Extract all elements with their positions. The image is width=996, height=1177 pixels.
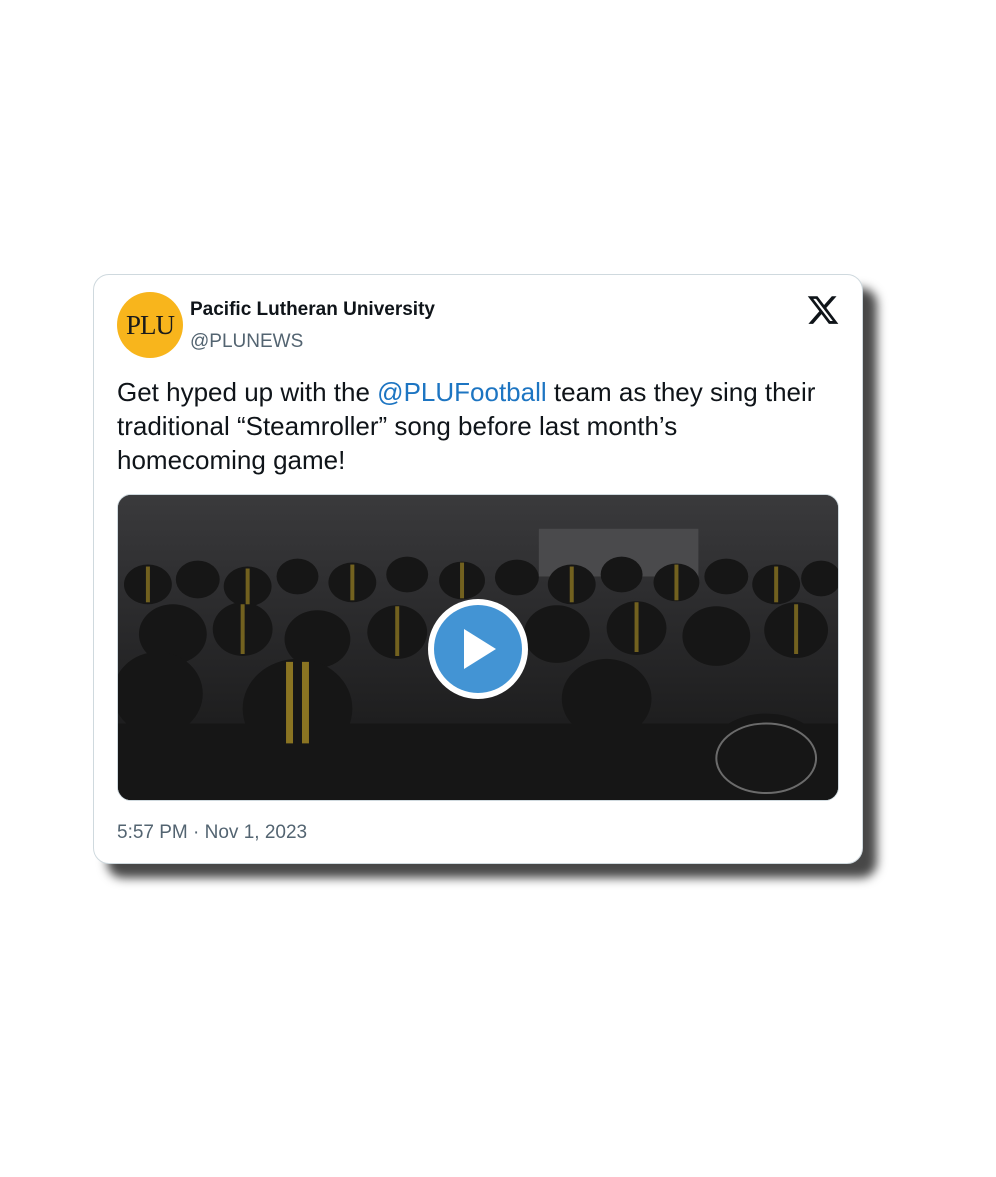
avatar[interactable]: PLU [117,292,183,358]
mention-link[interactable]: @PLUFootball [377,377,546,407]
tweet-text-before: Get hyped up with the [117,377,378,407]
play-button[interactable] [428,599,528,699]
tweet-timestamp[interactable]: 5:57 PM · Nov 1, 2023 [117,822,307,844]
play-icon-circle [434,605,522,693]
play-icon [464,629,496,669]
video-thumbnail[interactable] [117,494,839,801]
x-logo-icon[interactable] [806,293,840,327]
plu-logo: PLU [125,309,175,340]
author-handle[interactable]: @PLUNEWS [190,331,303,353]
author-name[interactable]: Pacific Lutheran University [190,299,435,321]
tweet-text: Get hyped up with the @PLUFootball team … [117,375,817,477]
tweet-card[interactable]: PLU Pacific Lutheran University @PLUNEWS… [93,274,863,864]
